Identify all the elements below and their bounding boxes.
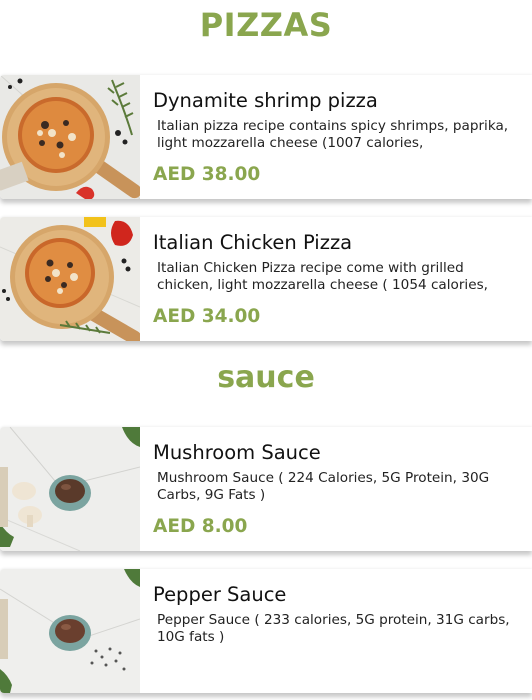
item-price: AED 8.00 <box>153 516 248 537</box>
item-price: AED 38.00 <box>153 164 261 185</box>
item-description: Pepper Sauce ( 233 calories, 5G protein,… <box>157 612 510 645</box>
menu-item-card[interactable]: Italian Chicken Pizza Italian Chicken Pi… <box>0 217 532 341</box>
menu-item-card[interactable]: Mushroom Sauce Mushroom Sauce ( 224 Calo… <box>0 427 532 551</box>
item-name: Dynamite shrimp pizza <box>153 89 378 112</box>
menu-item-card[interactable]: Dynamite shrimp pizza Italian pizza reci… <box>0 75 532 199</box>
item-description: Italian Chicken Pizza recipe come with g… <box>157 260 488 293</box>
pizza-photo-icon <box>0 217 140 341</box>
item-name: Pepper Sauce <box>153 583 287 606</box>
item-name: Mushroom Sauce <box>153 441 321 464</box>
section-title-pizzas: PIZZAS <box>199 6 333 44</box>
item-description: Italian pizza recipe contains spicy shri… <box>157 118 509 151</box>
menu-item-card[interactable]: Pepper Sauce Pepper Sauce ( 233 calories… <box>0 569 532 693</box>
sauce-bowl-photo-icon <box>0 569 140 693</box>
pizza-photo-icon <box>0 75 140 199</box>
item-description: Mushroom Sauce ( 224 Calories, 5G Protei… <box>157 470 490 503</box>
item-price: AED 34.00 <box>153 306 261 327</box>
sauce-bowl-photo-icon <box>0 427 140 551</box>
section-title-sauce: sauce <box>217 360 315 395</box>
item-name: Italian Chicken Pizza <box>153 231 353 254</box>
